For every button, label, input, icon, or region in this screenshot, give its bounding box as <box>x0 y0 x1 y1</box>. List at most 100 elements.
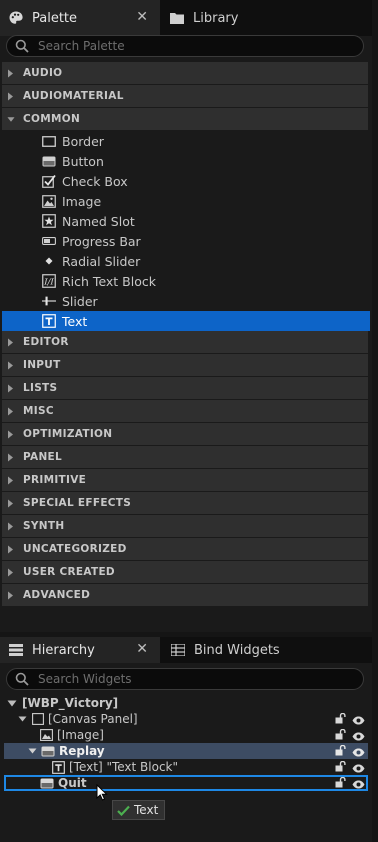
category-synth[interactable]: SYNTH <box>2 515 368 537</box>
button-icon <box>40 778 54 789</box>
tree-row-replay[interactable]: Replay <box>4 743 368 759</box>
tab-bind-widgets[interactable]: Bind Widgets <box>162 637 332 663</box>
eye-icon[interactable] <box>352 730 365 744</box>
hierarchy-search-input[interactable] <box>38 672 338 686</box>
widget-item-radial-slider[interactable]: Radial Slider <box>2 251 370 271</box>
category-user-created[interactable]: USER CREATED <box>2 561 368 583</box>
chevron-right-icon <box>7 476 15 485</box>
category-lists[interactable]: LISTS <box>2 377 368 399</box>
chevron-right-icon <box>7 92 15 101</box>
category-label: OPTIMIZATION <box>23 428 113 440</box>
widget-item-text[interactable]: Text <box>2 311 370 331</box>
close-icon[interactable]: ✕ <box>136 641 148 657</box>
button-icon <box>42 154 56 168</box>
button-icon <box>41 746 55 757</box>
radial-slider-icon <box>42 254 56 268</box>
chevron-right-icon <box>7 545 15 554</box>
widget-item-label: Progress Bar <box>62 233 141 249</box>
palette-search-box <box>6 35 364 57</box>
category-misc[interactable]: MISC <box>2 400 368 422</box>
chevron-right-icon <box>7 522 15 531</box>
eye-icon[interactable] <box>352 746 365 760</box>
widget-item-slider[interactable]: Slider <box>2 291 370 311</box>
chevron-right-icon <box>7 499 15 508</box>
chevron-down-icon <box>28 748 37 754</box>
category-editor[interactable]: EDITOR <box>2 331 368 353</box>
category-panel[interactable]: PANEL <box>2 446 368 468</box>
hierarchy-panel: Hierarchy ✕ Bind Widgets [WBP_Victory] [… <box>0 637 372 842</box>
eye-icon[interactable] <box>352 778 365 792</box>
hierarchy-search-box <box>6 668 364 690</box>
category-uncategorized[interactable]: UNCATEGORIZED <box>2 538 368 560</box>
chevron-right-icon <box>7 407 15 416</box>
lock-icon[interactable] <box>335 760 348 775</box>
tab-hierarchy[interactable]: Hierarchy ✕ <box>0 637 160 663</box>
widget-item-label: Radial Slider <box>62 253 141 269</box>
category-label: COMMON <box>23 113 81 125</box>
tree-row-label: [Canvas Panel] <box>48 712 138 726</box>
category-label: LISTS <box>23 382 58 394</box>
tree-row-text-block[interactable]: [Text] "Text Block" <box>4 759 368 775</box>
tab-bind-widgets-label: Bind Widgets <box>194 642 280 658</box>
hierarchy-icon <box>8 642 24 658</box>
category-special-effects[interactable]: SPECIAL EFFECTS <box>2 492 368 514</box>
tab-palette[interactable]: Palette ✕ <box>0 0 160 36</box>
lock-icon[interactable] <box>335 728 348 743</box>
chevron-down-icon <box>18 716 27 722</box>
category-primitive[interactable]: PRIMITIVE <box>2 469 368 491</box>
tab-library[interactable]: Library <box>160 0 320 36</box>
tree-row-root[interactable]: [WBP_Victory] <box>4 695 368 711</box>
svg-text:I/I: I/I <box>43 278 54 288</box>
tree-row-label: [Image] <box>57 728 104 742</box>
category-label: AUDIOMATERIAL <box>23 90 124 102</box>
tree-row-quit[interactable]: Quit <box>4 775 368 791</box>
category-label: SYNTH <box>23 520 65 532</box>
checkbox-icon <box>42 174 56 188</box>
palette-icon <box>8 10 24 26</box>
drag-tooltip: Text <box>112 800 166 820</box>
canvas-panel-icon <box>32 713 44 725</box>
widget-item-named-slot[interactable]: Named Slot <box>2 211 370 231</box>
tab-library-label: Library <box>193 10 239 26</box>
folder-icon <box>169 10 185 26</box>
widget-item-checkbox[interactable]: Check Box <box>2 171 370 191</box>
category-audio[interactable]: AUDIO <box>2 62 368 84</box>
tree-row-label: Quit <box>58 776 87 790</box>
named-slot-icon <box>42 214 56 228</box>
category-label: MISC <box>23 405 54 417</box>
checkmark-icon <box>117 805 130 816</box>
tree-row-canvas-panel[interactable]: [Canvas Panel] <box>4 711 368 727</box>
border-icon <box>42 134 56 148</box>
lock-icon[interactable] <box>335 744 348 759</box>
widget-item-progress-bar[interactable]: Progress Bar <box>2 231 370 251</box>
category-advanced[interactable]: ADVANCED <box>2 584 368 606</box>
widget-item-image[interactable]: Image <box>2 191 370 211</box>
category-common[interactable]: COMMON <box>2 108 368 130</box>
search-icon <box>15 672 29 686</box>
category-optimization[interactable]: OPTIMIZATION <box>2 423 368 445</box>
image-icon <box>42 194 56 208</box>
lock-icon[interactable] <box>335 712 348 727</box>
palette-search-input[interactable] <box>38 39 338 53</box>
category-label: PANEL <box>23 451 63 463</box>
category-label: PRIMITIVE <box>23 474 87 486</box>
tree-row-label: [WBP_Victory] <box>22 696 119 710</box>
widget-item-button[interactable]: Button <box>2 151 370 171</box>
chevron-right-icon <box>7 361 15 370</box>
chevron-right-icon <box>7 430 15 439</box>
widget-item-label: Button <box>62 153 104 169</box>
drag-tooltip-label: Text <box>134 803 159 817</box>
widget-item-rich-text-block[interactable]: I/I Rich Text Block <box>2 271 370 291</box>
category-label: EDITOR <box>23 336 69 348</box>
close-icon[interactable]: ✕ <box>136 9 148 25</box>
lock-icon[interactable] <box>335 776 348 791</box>
eye-icon[interactable] <box>352 762 365 776</box>
rich-text-icon: I/I <box>42 274 56 288</box>
category-audiomaterial[interactable]: AUDIOMATERIAL <box>2 85 368 107</box>
eye-icon[interactable] <box>352 714 365 728</box>
widget-item-border[interactable]: Border <box>2 131 370 151</box>
category-input[interactable]: INPUT <box>2 354 368 376</box>
widget-item-label: Image <box>62 193 102 209</box>
category-label: UNCATEGORIZED <box>23 543 127 555</box>
tree-row-image[interactable]: [Image] <box>4 727 368 743</box>
